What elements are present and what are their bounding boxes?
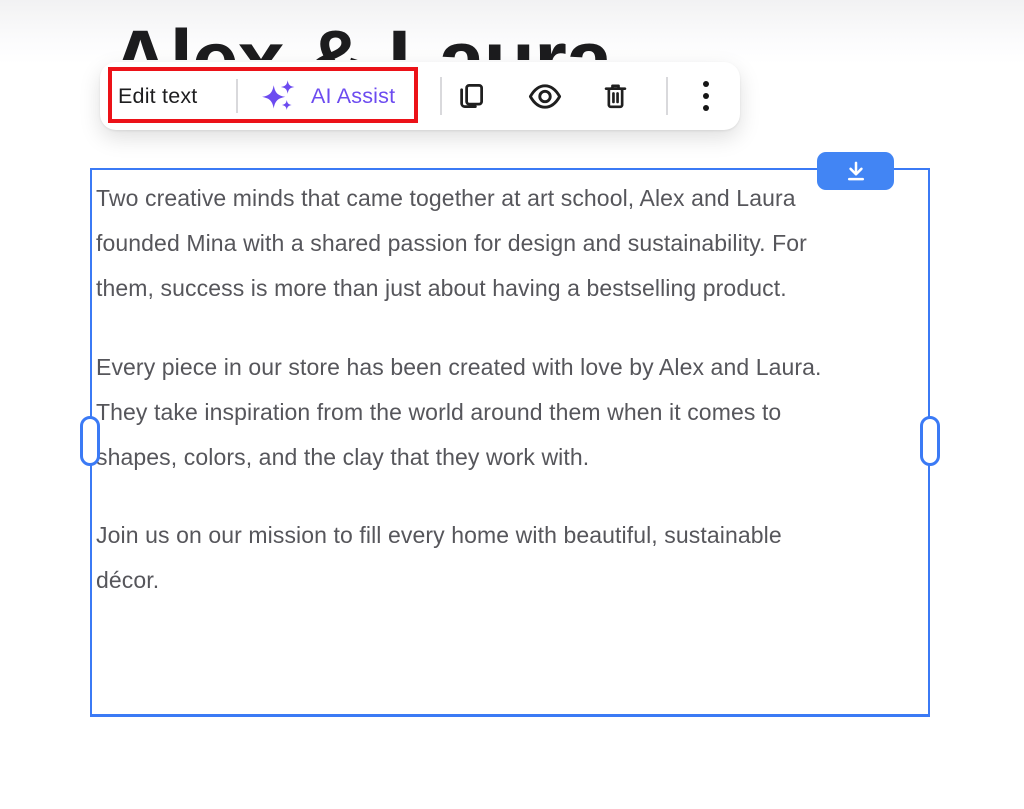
heading-clip-region: Alex & Laura [0, 0, 1024, 60]
toolbar-divider [236, 79, 238, 113]
paragraph: Join us on our mission to fill every hom… [96, 513, 928, 603]
edit-text-button[interactable]: Edit text [118, 62, 197, 130]
duplicate-icon [456, 81, 486, 111]
toolbar-divider [666, 77, 668, 115]
download-icon [844, 159, 868, 183]
editor-canvas: Alex & Laura Edit text AI Assist [0, 0, 1024, 809]
ai-sparkle-icon [262, 78, 298, 114]
trash-icon [601, 82, 630, 111]
resize-handle-left[interactable] [80, 416, 100, 466]
paragraph: Two creative minds that came together at… [96, 176, 928, 312]
download-button[interactable] [817, 152, 894, 190]
eye-icon [528, 82, 562, 111]
edit-text-label: Edit text [118, 84, 197, 109]
paragraph: Every piece in our store has been create… [96, 345, 928, 481]
toolbar-divider [440, 77, 442, 115]
kebab-menu-icon [698, 79, 714, 113]
resize-handle-right[interactable] [920, 416, 940, 466]
ai-assist-button[interactable]: AI Assist [262, 62, 395, 130]
page-title: Alex & Laura [110, 18, 612, 60]
duplicate-button[interactable] [452, 62, 490, 130]
ai-assist-label: AI Assist [311, 84, 395, 109]
element-toolbar: Edit text AI Assist [100, 62, 740, 130]
more-options-button[interactable] [690, 62, 722, 130]
text-content: Two creative minds that came together at… [92, 170, 928, 604]
selected-text-element[interactable]: Two creative minds that came together at… [90, 168, 930, 717]
delete-button[interactable] [596, 62, 634, 130]
preview-button[interactable] [526, 62, 564, 130]
